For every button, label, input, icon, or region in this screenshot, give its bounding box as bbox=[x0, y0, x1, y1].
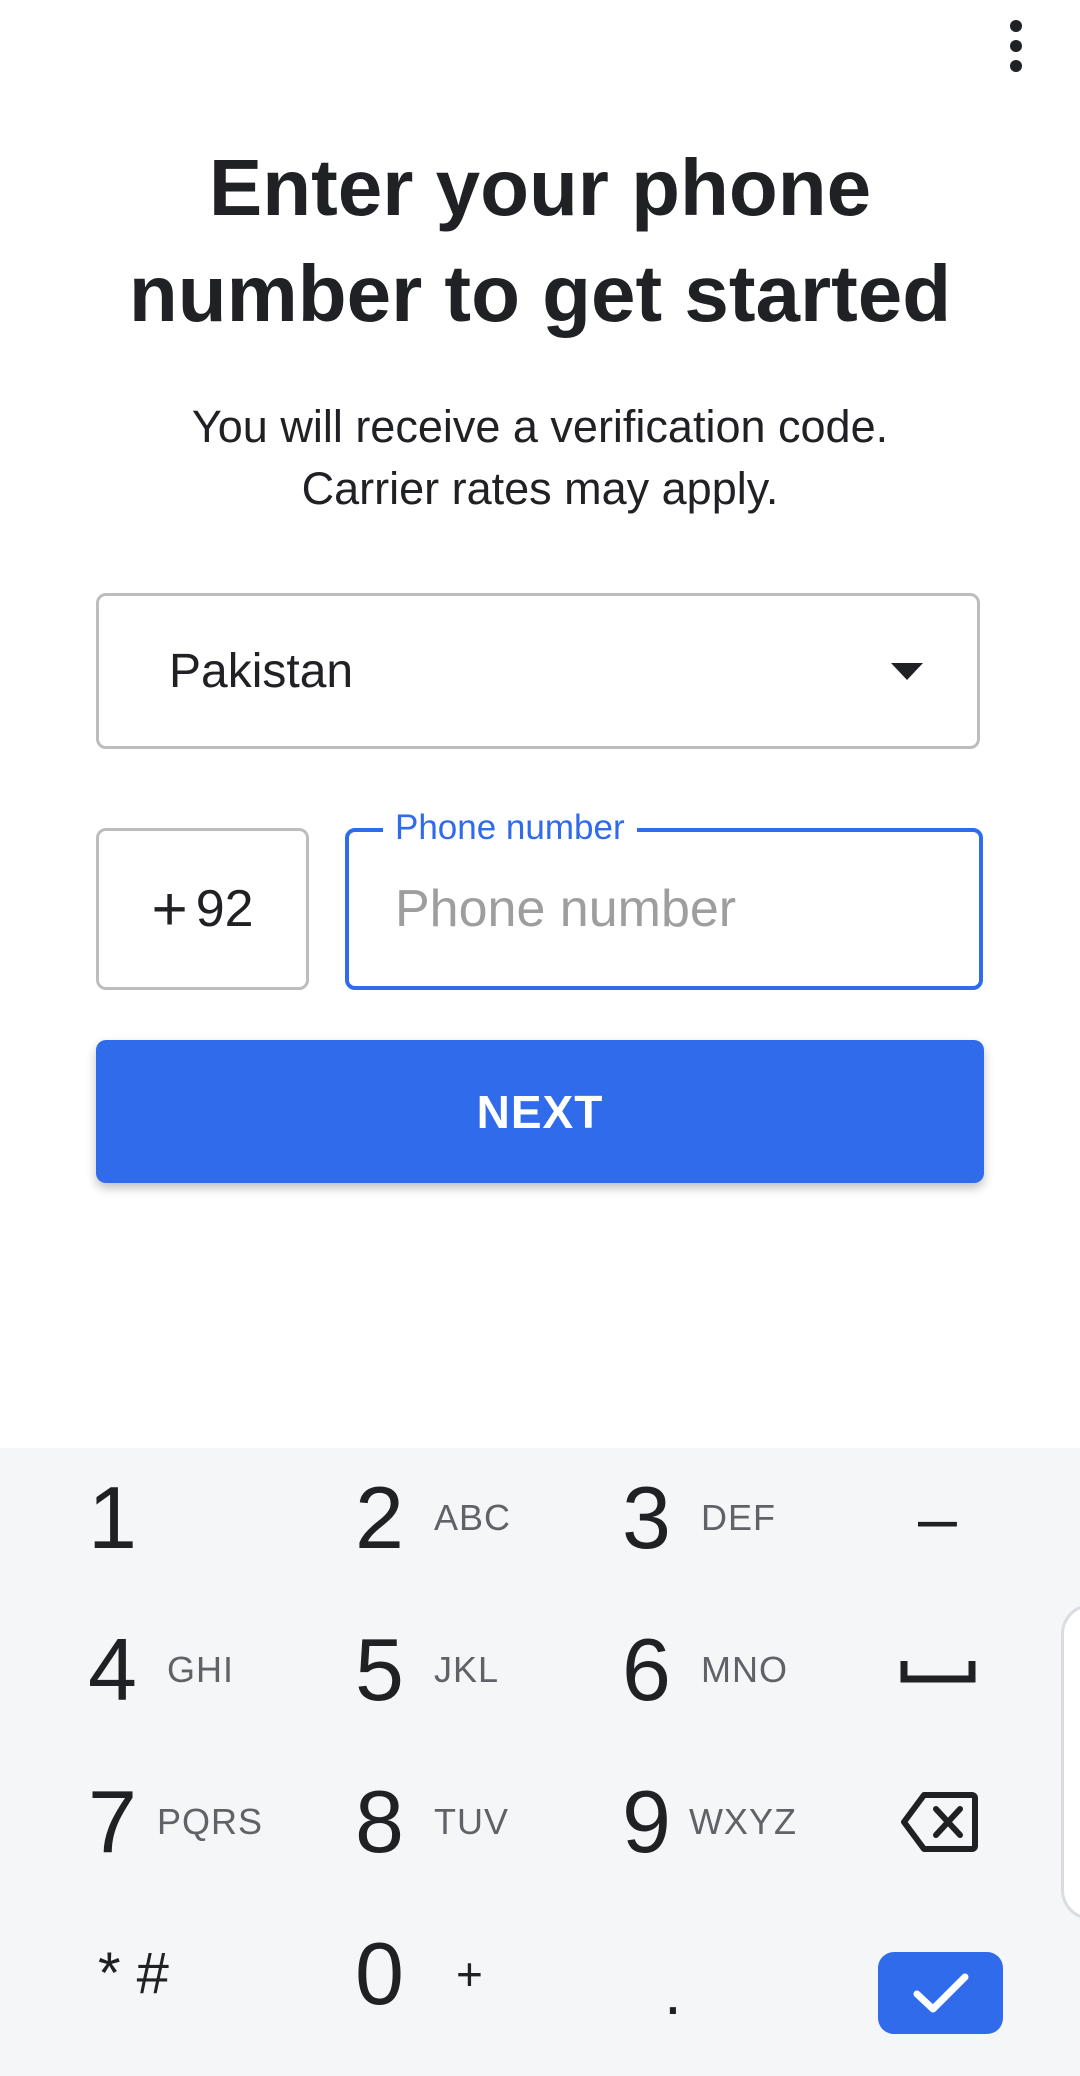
keypad-done-button[interactable] bbox=[878, 1952, 1003, 2034]
key-3-letters: DEF bbox=[700, 1497, 776, 1538]
plus-sign: + bbox=[151, 874, 188, 944]
key-6[interactable]: 6 MNO bbox=[622, 1600, 788, 1740]
key-9[interactable]: 9 WXYZ bbox=[622, 1752, 797, 1892]
key-1-digit: 1 bbox=[88, 1468, 137, 1567]
subtitle-line-1: You will receive a verification code. bbox=[191, 401, 889, 452]
edge-panel-handle[interactable] bbox=[1061, 1604, 1080, 1920]
key-space[interactable] bbox=[900, 1600, 976, 1740]
key-6-digit: 6 bbox=[622, 1620, 671, 1719]
key-dot-symbol: . bbox=[664, 1956, 682, 2028]
key-0-plus: + bbox=[455, 1948, 484, 2000]
key-0[interactable]: 0 + bbox=[355, 1904, 484, 2044]
key-dot[interactable]: . bbox=[664, 1922, 682, 2062]
key-5-digit: 5 bbox=[355, 1620, 404, 1719]
space-icon bbox=[900, 1661, 976, 1683]
key-9-digit: 9 bbox=[622, 1772, 671, 1871]
key-1[interactable]: 1 bbox=[88, 1448, 137, 1588]
key-8[interactable]: 8 TUV bbox=[355, 1752, 509, 1892]
key-7-digit: 7 bbox=[88, 1772, 137, 1871]
country-code-field[interactable]: + 92 bbox=[96, 828, 309, 990]
key-5[interactable]: 5 JKL bbox=[355, 1600, 499, 1740]
key-0-digit: 0 bbox=[355, 1924, 404, 2023]
key-3-digit: 3 bbox=[622, 1468, 671, 1567]
key-star-hash-symbol: * # bbox=[98, 1941, 169, 2006]
key-9-letters: WXYZ bbox=[688, 1801, 797, 1842]
dropdown-caret-icon bbox=[891, 662, 923, 680]
next-button[interactable]: NEXT bbox=[96, 1040, 984, 1183]
country-dropdown[interactable]: Pakistan bbox=[96, 593, 980, 749]
subtitle-line-2: Carrier rates may apply. bbox=[301, 463, 779, 514]
key-7-letters: PQRS bbox=[156, 1801, 263, 1842]
key-star-hash[interactable]: * # bbox=[98, 1904, 169, 2044]
key-backspace[interactable] bbox=[900, 1752, 978, 1892]
key-2-digit: 2 bbox=[355, 1468, 404, 1567]
key-4[interactable]: 4 GHI bbox=[88, 1600, 234, 1740]
more-vert-icon-dot bbox=[1010, 60, 1022, 72]
key-5-letters: JKL bbox=[433, 1649, 499, 1690]
more-options-button[interactable] bbox=[980, 10, 1052, 82]
country-code-value: 92 bbox=[195, 880, 254, 938]
key-4-letters: GHI bbox=[166, 1649, 234, 1690]
key-dash-symbol: – bbox=[918, 1479, 957, 1557]
key-dash[interactable]: – bbox=[918, 1448, 957, 1588]
key-6-letters: MNO bbox=[700, 1649, 788, 1690]
key-8-digit: 8 bbox=[355, 1772, 404, 1871]
phone-number-input[interactable] bbox=[395, 832, 955, 986]
more-vert-icon bbox=[1010, 20, 1022, 32]
key-4-digit: 4 bbox=[88, 1620, 137, 1719]
check-icon bbox=[913, 1973, 968, 2013]
page-title: Enter your phone number to get started bbox=[128, 143, 952, 338]
page-subtitle: You will receive a verification code. Ca… bbox=[60, 396, 1020, 520]
key-2[interactable]: 2 ABC bbox=[355, 1448, 511, 1588]
key-8-letters: TUV bbox=[433, 1801, 509, 1842]
key-7[interactable]: 7 PQRS bbox=[88, 1752, 263, 1892]
key-2-letters: ABC bbox=[433, 1497, 511, 1538]
more-vert-icon-dot bbox=[1010, 40, 1022, 52]
country-selected-value: Pakistan bbox=[169, 644, 354, 698]
backspace-icon bbox=[901, 1792, 978, 1852]
phone-number-field[interactable]: Phone number bbox=[345, 806, 983, 990]
key-3[interactable]: 3 DEF bbox=[622, 1448, 776, 1588]
